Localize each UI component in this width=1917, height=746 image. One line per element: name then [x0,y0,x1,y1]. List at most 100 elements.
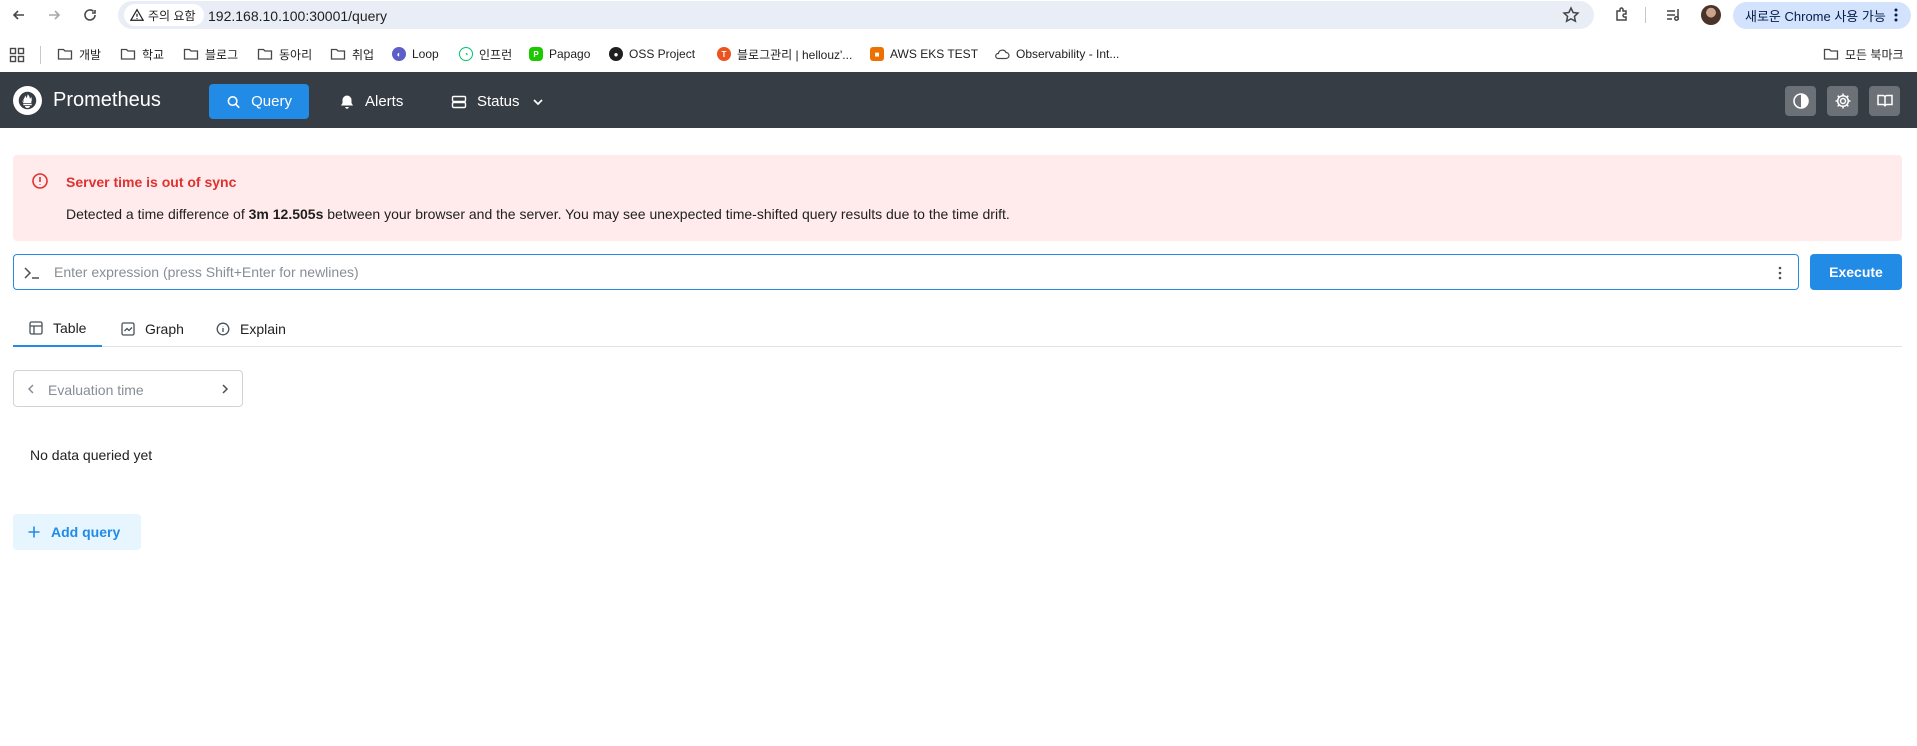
documentation-button[interactable] [1869,86,1900,116]
table-icon [29,321,43,335]
more-vertical-icon[interactable] [1772,264,1788,282]
all-bookmarks-label: 모든 북마크 [1845,47,1904,62]
gear-icon [1835,93,1850,109]
bookmark-folder[interactable]: 동아리 [257,44,312,64]
alert-drift-value: 3m 12.505s [248,206,324,222]
book-icon [1876,94,1893,107]
search-icon [227,95,240,108]
more-vertical-icon [1894,8,1898,22]
chart-icon [121,322,135,336]
bookmark-label: 학교 [142,47,165,62]
evaluation-time-input[interactable]: Evaluation time [48,382,144,398]
expression-input-box[interactable] [13,254,1799,290]
tab-table[interactable]: Table [13,311,103,347]
github-icon: ● [609,47,623,61]
prometheus-logo-icon[interactable] [13,86,42,115]
bookmark-label: 취업 [352,47,375,62]
alert-circle-icon [32,173,48,189]
url-text[interactable]: 192.168.10.100:30001/query [208,8,387,24]
nav-query[interactable]: Query [209,84,309,119]
bookmark-link[interactable]: ● OSS Project [609,44,695,64]
expression-input[interactable] [54,262,1754,282]
bookmark-folder[interactable]: 개발 [57,44,101,64]
nav-status[interactable]: Status [451,84,546,119]
alert-message: Detected a time difference of 3m 12.505s… [66,206,1010,222]
media-control-icon[interactable] [1665,6,1683,24]
forward-button[interactable] [43,4,65,26]
bookmark-link[interactable]: ■ AWS EKS TEST [870,44,978,64]
apps-grid-icon[interactable] [9,47,25,63]
bookmark-label: 블로그 [205,47,239,62]
bookmark-folder[interactable]: 학교 [120,44,164,64]
tab-explain-label: Explain [240,321,286,337]
time-drift-alert: Server time is out of sync Detected a ti… [13,155,1902,241]
extensions-icon[interactable] [1613,6,1631,24]
papago-icon: P [529,47,543,61]
tistory-icon: T [717,47,731,61]
back-button[interactable] [8,4,30,26]
alert-message-prefix: Detected a time difference of [66,206,249,222]
bookmark-folder[interactable]: 블로그 [183,44,238,64]
inflearn-icon: ◔ [459,47,473,61]
bookmark-label: AWS EKS TEST [890,47,979,61]
bell-icon [341,95,353,109]
bookmark-label: Papago [549,47,591,61]
tab-graph-label: Graph [145,321,184,337]
alert-message-suffix: between your browser and the server. You… [323,206,1010,222]
nav-alerts-label: Alerts [365,93,404,110]
bookmark-star-icon[interactable] [1562,6,1580,24]
terminal-prompt-icon [24,267,39,279]
bookmark-folder[interactable]: 취업 [330,44,374,64]
bookmarks-divider [40,46,41,64]
nav-alerts[interactable]: Alerts [339,84,403,119]
empty-results-text: No data queried yet [30,447,153,463]
browser-toolbar: 주의 요함 192.168.10.100:30001/query 새로운 Chr… [0,0,1917,30]
aws-icon: ■ [870,47,884,61]
security-chip-label: 주의 요함 [148,8,196,23]
chevron-right-icon[interactable] [218,382,232,396]
bookmark-link[interactable]: T 블로그관리 | hellouz'... [717,44,852,64]
evaluation-time-picker[interactable]: Evaluation time [13,370,243,407]
settings-button[interactable] [1827,86,1858,116]
profile-avatar[interactable] [1701,5,1721,25]
chrome-update-button[interactable]: 새로운 Chrome 사용 가능 [1733,2,1911,29]
info-circle-icon [216,322,230,336]
contrast-icon [1792,93,1809,109]
bookmark-link[interactable]: ◐ Loop [392,44,439,64]
alert-title: Server time is out of sync [66,174,237,190]
tab-explain[interactable]: Explain [200,311,302,347]
tab-graph[interactable]: Graph [105,311,200,347]
bookmark-link[interactable]: Observability - Int... [994,44,1119,64]
chevron-down-icon [532,98,543,105]
bookmark-label: Observability - Int... [1016,47,1120,61]
bookmark-label: 블로그관리 | hellouz'... [737,47,853,62]
theme-toggle-button[interactable] [1785,86,1816,116]
bookmark-label: Loop [412,47,439,61]
folder-icon [257,48,273,60]
folder-icon [57,48,73,60]
nav-query-label: Query [251,93,292,110]
all-bookmarks-button[interactable]: 모든 북마크 [1823,44,1904,64]
bookmark-link[interactable]: ◔ 인프런 [459,44,512,64]
app-title[interactable]: Prometheus [53,89,161,112]
reload-button[interactable] [79,4,101,26]
server-icon [451,95,467,108]
bookmark-label: 개발 [79,47,102,62]
address-bar[interactable]: 주의 요함 192.168.10.100:30001/query [118,1,1594,29]
bookmark-label: OSS Project [629,47,696,61]
chrome-update-label: 새로운 Chrome 사용 가능 [1745,9,1886,24]
bookmark-link[interactable]: P Papago [529,44,590,64]
result-tabs: Table Graph Explain [13,311,1902,347]
chevron-left-icon[interactable] [24,382,38,396]
execute-button[interactable]: Execute [1810,254,1902,290]
add-query-button[interactable]: Add query [13,514,141,550]
plus-icon [28,526,40,538]
security-chip[interactable]: 주의 요함 [124,4,204,26]
nav-status-label: Status [477,93,520,110]
bookmark-label: 동아리 [279,47,313,62]
add-query-label: Add query [51,524,121,540]
tab-table-label: Table [53,320,87,336]
bookmarks-bar: 개발 학교 블로그 동아리 취업 ◐ Loop ◔ 인프런 P Papago ●… [0,30,1917,72]
folder-icon [120,48,136,60]
folder-icon [330,48,346,60]
